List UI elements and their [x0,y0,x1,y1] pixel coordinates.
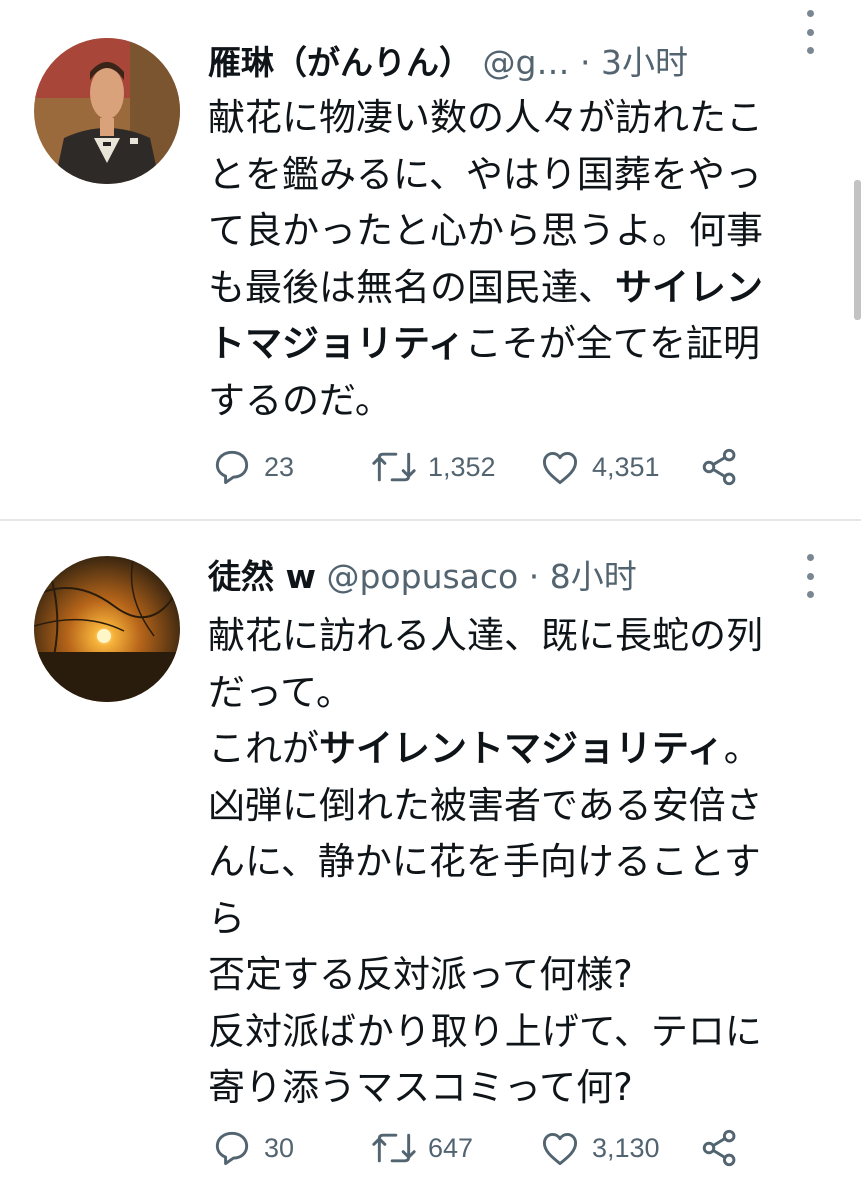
tweet-text: 献花に物凄い数の人々が訪れたこ とを鑑みるに、やはり国葬をやっ て良かったと心か… [208,90,828,429]
text-run: 寄り添うマスコミって何? [208,1066,633,1109]
text-line: 寄り添うマスコミって何? [208,1060,828,1117]
text-run: するのだ。 [208,378,392,422]
bold-text-run: トマジョリティ [208,322,465,365]
text-line: んに、静かに花を手向けることす [208,834,828,891]
text-run: だって。 [208,670,354,714]
share-icon [702,448,736,486]
retweet-count: 1,352 [428,451,496,482]
text-line: するのだ。 [208,373,828,430]
reply-icon [215,450,249,485]
share-button[interactable] [698,1123,742,1173]
avatar[interactable] [34,556,180,702]
text-run: 献花に物凄い数の人々が訪れたこ [208,96,763,139]
text-run: 献花に訪れる人達、既に長蛇の列 [208,614,763,657]
share-icon [702,1129,736,1167]
display-name[interactable]: 徒然 w [208,557,316,596]
more-icon[interactable] [797,554,823,598]
text-run: 反対派ばかり取り上げて、テロに [208,1009,762,1053]
tweet-divider [0,519,861,521]
action-bar: 30 647 3,130 [210,1123,770,1173]
timestamp[interactable]: 3小时 [601,43,688,82]
retweet-button[interactable]: 647 [370,1123,473,1173]
text-run: こそが全てを証明 [464,322,761,365]
like-button[interactable]: 4,351 [538,442,660,492]
text-line: 否定する反対派って何様? [208,947,828,1004]
retweet-count: 647 [428,1132,474,1163]
share-button[interactable] [698,442,742,492]
text-run: 凶弾に倒れた被害者である安倍さ [208,783,763,827]
text-run: とを鑑みるに、やはり国葬をやっ [208,152,762,196]
reply-count: 30 [264,1132,295,1163]
bold-text-run: サイレントマジョリティ [319,727,724,770]
retweet-icon [372,1133,416,1163]
display-name[interactable]: 雁琳（がんりん） [208,43,472,82]
like-icon [542,1132,578,1166]
retweet-button[interactable]: 1,352 [370,442,496,492]
text-line: これがサイレントマジョリティ。 [208,721,828,778]
tweet-header: 雁琳（がんりん） @g… · 3小时 [208,38,831,88]
text-run: 。 [723,727,761,770]
like-count: 3,130 [592,1132,660,1163]
separator-dot: · [528,557,540,596]
more-icon[interactable] [797,10,823,54]
text-line: 献花に訪れる人達、既に長蛇の列 [208,608,828,665]
text-run: これが [208,727,319,770]
text-line: 献花に物凄い数の人々が訪れたこ [208,90,828,147]
reply-icon [215,1131,249,1166]
retweet-icon [372,452,416,482]
reply-count: 23 [264,451,295,482]
text-run: 否定する反対派って何様? [208,953,633,996]
text-line: 凶弾に倒れた被害者である安倍さ [208,778,828,835]
text-line: も最後は無名の国民達、サイレン [208,260,828,317]
action-bar: 23 1,352 4,351 [210,442,770,492]
like-count: 4,351 [592,451,660,482]
like-icon [542,451,578,485]
text-run: んに、静かに花を手向けることす [208,840,761,883]
user-handle[interactable]: @popusaco [326,557,518,596]
text-run: て良かったと心から思うよ。何事 [208,209,763,252]
reply-button[interactable]: 30 [210,1123,294,1173]
tweet[interactable]: 雁琳（がんりん） @g… · 3小时 献花に物凄い数の人々が訪れたこ とを鑑みる… [0,0,861,520]
like-button[interactable]: 3,130 [538,1123,660,1173]
reply-button[interactable]: 23 [210,442,294,492]
text-line: て良かったと心から思うよ。何事 [208,203,828,260]
text-line: 反対派ばかり取り上げて、テロに [208,1004,828,1061]
text-run: も最後は無名の国民達、 [208,265,615,309]
avatar[interactable] [34,38,180,184]
text-line: ら [208,891,828,948]
text-line: とを鑑みるに、やはり国葬をやっ [208,147,828,204]
scrollbar[interactable] [854,180,861,320]
timestamp[interactable]: 8小时 [550,557,637,596]
text-line: トマジョリティこそが全てを証明 [208,316,828,373]
text-line: だって。 [208,665,828,722]
user-handle[interactable]: @g… [483,43,570,82]
bold-text-run: サイレン [615,265,763,309]
tweet-header: 徒然 w @popusaco · 8小时 [208,552,831,602]
separator-dot: · [579,43,591,82]
text-run: ら [208,896,245,940]
tweet-text: 献花に訪れる人達、既に長蛇の列 だって。 これがサイレントマジョリティ。 凶弾に… [208,608,828,1117]
